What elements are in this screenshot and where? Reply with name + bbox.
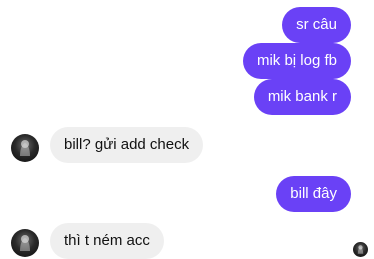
seen-receipt-avatar (353, 242, 368, 257)
avatar-image (20, 235, 30, 251)
message-bubble-outgoing[interactable]: bill đây (276, 176, 351, 212)
seen-avatar-image (357, 245, 364, 254)
message-bubble-outgoing[interactable]: mik bank r (253, 79, 351, 115)
avatar-image (20, 140, 30, 156)
message-bubble-outgoing[interactable]: sr câu (282, 7, 351, 43)
contact-avatar[interactable] (11, 229, 39, 257)
contact-avatar[interactable] (11, 134, 39, 162)
message-bubble-incoming[interactable]: thì t ném acc (50, 223, 164, 259)
message-bubble-incoming[interactable]: bill? gửi add check (50, 127, 204, 163)
message-bubble-outgoing[interactable]: mik bị log fb (242, 43, 351, 79)
